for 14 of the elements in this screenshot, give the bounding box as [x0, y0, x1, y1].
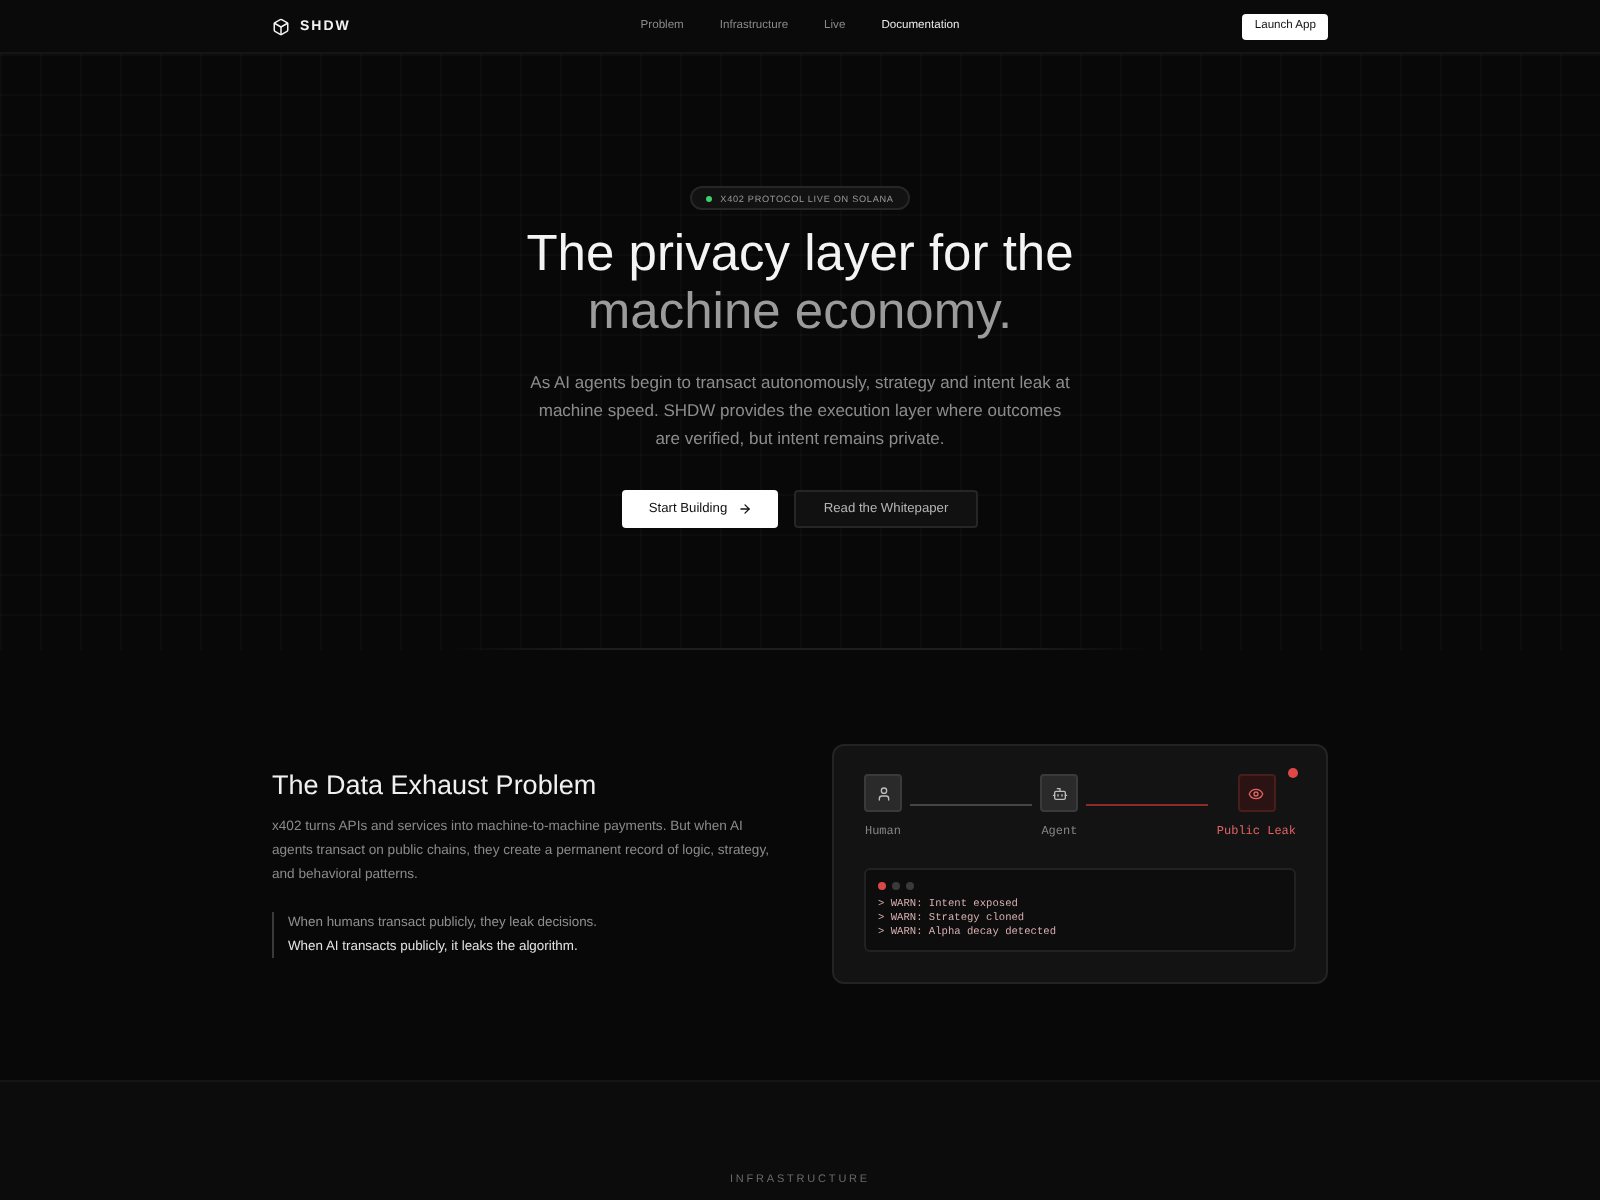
robot-icon — [1051, 785, 1068, 801]
eye-icon — [1248, 785, 1265, 801]
window-dot-icon — [906, 882, 914, 890]
arrow-right-icon — [737, 502, 752, 516]
section-title: The Data Exhaust Problem — [272, 770, 599, 800]
window-dot-icon — [892, 882, 900, 890]
connector-line — [1086, 804, 1209, 806]
connector-line — [910, 804, 1033, 806]
headline-accent-text: machine economy. — [587, 284, 1013, 342]
person-icon — [875, 785, 891, 801]
cube-logo-icon — [272, 17, 290, 35]
hero-description: As AI agents begin to transact autonomously, strategy and intent leak at machine speed. SHDW provides the execution layer where outcomes are verified, but intent remains private. — [528, 370, 1072, 452]
window-dot-icon — [878, 882, 886, 890]
headline-text: The privacy layer for the — [526, 226, 1074, 284]
